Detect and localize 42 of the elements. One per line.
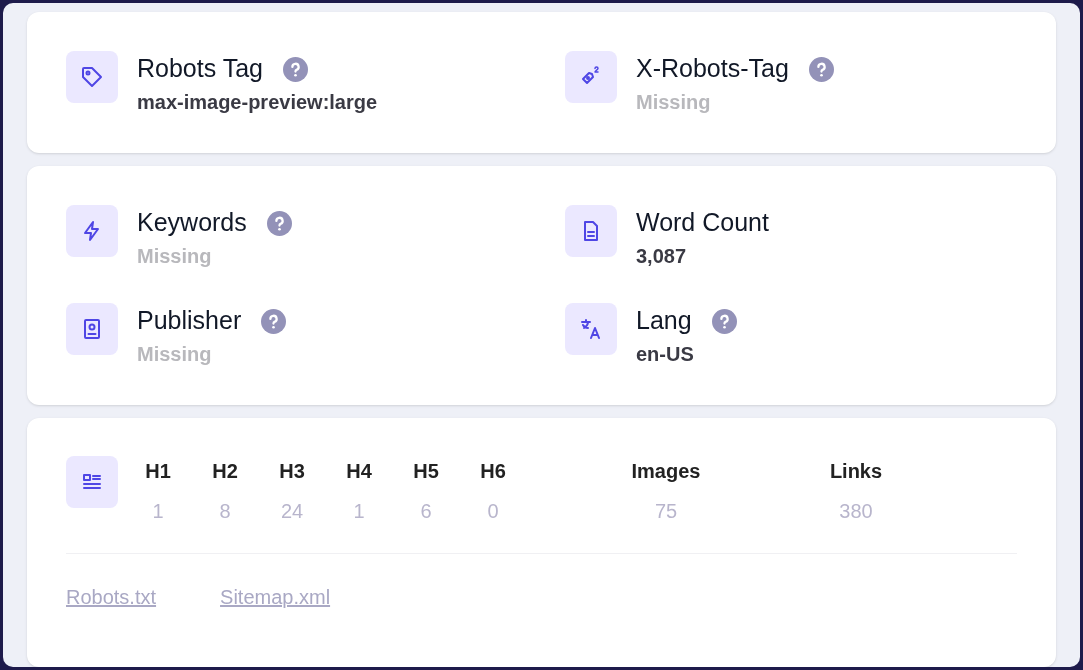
stat-value: 8 <box>219 499 231 524</box>
stat-value: 1 <box>152 499 164 524</box>
stat-label: H1 <box>145 459 171 484</box>
help-icon[interactable] <box>266 210 292 236</box>
stat-value: 380 <box>839 499 873 524</box>
document-icon <box>565 205 617 257</box>
stat-label: H3 <box>279 459 305 484</box>
field-label: Robots Tag <box>137 53 263 85</box>
text-layout-icon <box>66 456 118 508</box>
help-icon[interactable] <box>808 56 834 82</box>
stat-value: 0 <box>487 499 499 524</box>
field-label: X-Robots-Tag <box>636 53 789 85</box>
tag-icon <box>565 51 617 103</box>
stat-label: Links <box>829 459 883 484</box>
stat-value: 1 <box>353 499 365 524</box>
help-icon[interactable] <box>711 308 737 334</box>
help-icon[interactable] <box>261 308 287 334</box>
stat-label: Images <box>631 459 701 484</box>
field-value: Missing <box>137 342 213 367</box>
stat-value: 6 <box>420 499 432 524</box>
field-label: Lang <box>636 305 692 337</box>
stat-label: H4 <box>346 459 372 484</box>
file-link[interactable]: Robots.txt <box>66 582 157 612</box>
stat-label: H2 <box>212 459 238 484</box>
stat-value: 75 <box>654 499 678 524</box>
id-badge-icon <box>66 303 118 355</box>
stat-value: 24 <box>280 499 304 524</box>
file-link[interactable]: Sitemap.xml <box>220 582 331 612</box>
field-label: Keywords <box>137 207 247 239</box>
field-value: max-image-preview:large <box>137 90 378 115</box>
lightning-icon <box>66 205 118 257</box>
field-value: 3,087 <box>636 244 688 269</box>
help-icon[interactable] <box>283 56 308 82</box>
field-value: Missing <box>137 244 213 269</box>
tag-icon <box>66 51 118 103</box>
field-value: en-US <box>636 342 695 367</box>
field-label: Publisher <box>137 305 242 337</box>
field-value: Missing <box>636 90 712 115</box>
translate-icon <box>565 303 617 355</box>
stat-label: H5 <box>413 459 439 484</box>
stat-label: H6 <box>480 459 506 484</box>
field-label: Word Count <box>636 207 769 239</box>
